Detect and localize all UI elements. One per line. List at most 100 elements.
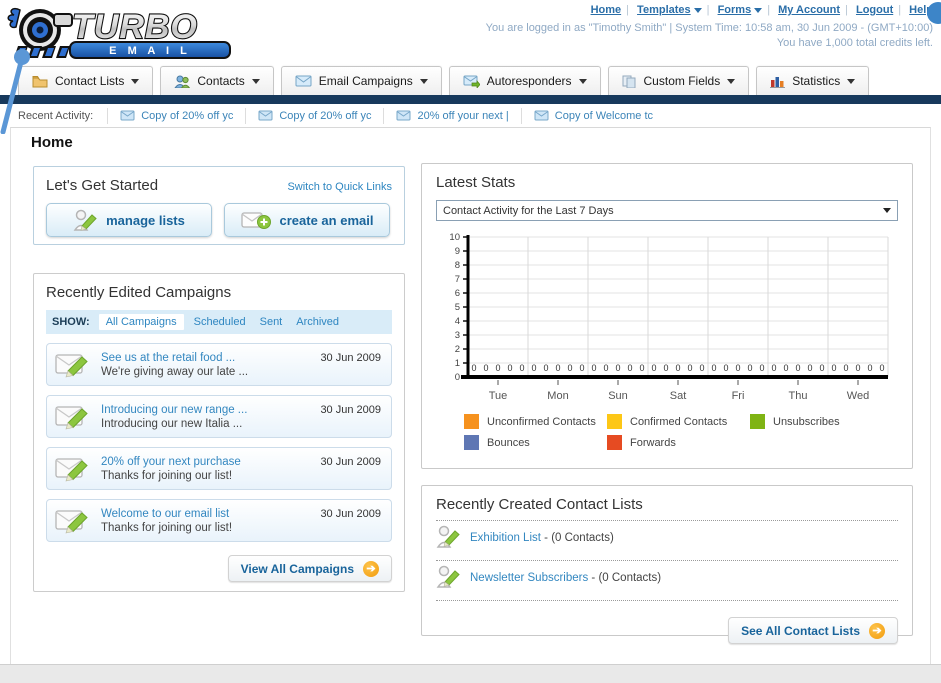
envelope-icon xyxy=(258,110,273,121)
tab-label: Custom Fields xyxy=(643,74,721,88)
content-area: Home Let's Get Started Switch to Quick L… xyxy=(10,127,931,664)
filter-all-campaigns[interactable]: All Campaigns xyxy=(98,314,184,330)
campaign-date: 30 Jun 2009 xyxy=(320,508,381,520)
tab-label: Email Campaigns xyxy=(318,74,413,88)
svg-text:TURBO: TURBO xyxy=(72,8,198,46)
contact-lists-title: Recently Created Contact Lists xyxy=(436,496,643,513)
nav-my-account-link[interactable]: My Account xyxy=(778,4,840,16)
legend-label: Unsubscribes xyxy=(773,415,840,428)
campaign-title-link[interactable]: See us at the retail food ... xyxy=(101,351,248,365)
campaign-row[interactable]: Introducing our new range ... Introducin… xyxy=(46,395,392,438)
contact-list-count: - (0 Contacts) xyxy=(540,532,614,544)
recent-activity-item[interactable]: Copy of 20% off yc xyxy=(245,107,383,124)
chevron-down-icon xyxy=(847,78,856,84)
campaign-date: 30 Jun 2009 xyxy=(320,352,381,364)
tab-email-campaigns[interactable]: Email Campaigns xyxy=(280,66,442,95)
envelope-icon xyxy=(120,110,135,121)
chevron-down-icon xyxy=(131,78,140,84)
person-pencil-icon xyxy=(436,525,460,548)
svg-text:3: 3 xyxy=(455,330,460,341)
filter-archived[interactable]: Archived xyxy=(296,316,339,328)
svg-text:0: 0 xyxy=(711,363,716,373)
svg-text:0: 0 xyxy=(543,363,548,373)
contact-lists-panel: Recently Created Contact Lists Exhibitio… xyxy=(421,485,913,644)
chevron-down-icon xyxy=(419,78,428,84)
envelope-icon xyxy=(534,110,549,121)
app-window: TURBO E M A I L Home | Templates | Forms | … xyxy=(0,0,941,683)
envelope-pencil-icon xyxy=(55,406,88,430)
folder-icon xyxy=(32,75,48,87)
svg-text:2: 2 xyxy=(455,344,460,355)
filter-scheduled[interactable]: Scheduled xyxy=(194,316,246,328)
login-status-text: You are logged in as "Timothy Smith" | S… xyxy=(485,22,933,34)
campaign-title-link[interactable]: 20% off your next purchase xyxy=(101,455,241,469)
campaign-date: 30 Jun 2009 xyxy=(320,404,381,416)
svg-text:E M A I L: E M A I L xyxy=(109,45,191,57)
stats-chart: 012345678910Tue0 0 0 0 0Mon0 0 0 0 0Sun0 0 0 0 0Sat0… xyxy=(449,232,889,402)
nav-home-link[interactable]: Home xyxy=(591,4,622,16)
svg-text:0: 0 xyxy=(843,363,848,373)
tab-custom-fields[interactable]: Custom Fields xyxy=(607,66,750,95)
svg-text:Mon: Mon xyxy=(547,390,568,402)
envelope-icon xyxy=(295,75,312,87)
tab-contact-lists[interactable]: Contact Lists xyxy=(18,66,154,95)
svg-text:Tue: Tue xyxy=(489,390,508,402)
show-label: SHOW: xyxy=(52,316,90,328)
svg-text:0: 0 xyxy=(855,363,860,373)
dotted-divider xyxy=(436,600,898,601)
campaign-row[interactable]: Welcome to our email list Thanks for joi… xyxy=(46,499,392,542)
tab-label: Contact Lists xyxy=(55,74,125,88)
tab-autoresponders[interactable]: Autoresponders xyxy=(448,66,601,95)
svg-text:0: 0 xyxy=(471,363,476,373)
stats-period-value: Contact Activity for the Last 7 Days xyxy=(443,204,614,217)
tab-statistics[interactable]: Statistics xyxy=(756,66,870,95)
campaign-row[interactable]: 20% off your next purchase Thanks for jo… xyxy=(46,447,392,490)
campaign-title-link[interactable]: Welcome to our email list xyxy=(101,507,232,521)
contact-list-link[interactable]: Newsletter Subscribers xyxy=(470,572,588,584)
arrow-right-icon: ➔ xyxy=(363,560,379,577)
envelope-icon xyxy=(396,110,411,121)
switch-quick-links-link[interactable]: Switch to Quick Links xyxy=(287,181,392,193)
svg-text:0: 0 xyxy=(507,363,512,373)
legend-swatch xyxy=(750,414,765,429)
chevron-down-icon xyxy=(727,78,736,84)
campaign-title-link[interactable]: Introducing our new range ... xyxy=(101,403,247,417)
svg-text:0: 0 xyxy=(651,363,656,373)
contact-list-link[interactable]: Exhibition List xyxy=(470,532,541,544)
svg-text:9: 9 xyxy=(455,246,460,257)
recent-activity-item[interactable]: 20% off your next | xyxy=(383,107,520,124)
header: TURBO E M A I L Home | Templates | Forms | … xyxy=(0,0,941,62)
recent-activity-link: Copy of Welcome tc xyxy=(554,109,654,122)
view-all-campaigns-button[interactable]: View All Campaigns ➔ xyxy=(227,555,392,582)
legend-label: Forwards xyxy=(630,436,676,449)
manage-lists-button[interactable]: manage lists xyxy=(46,203,212,237)
contact-list-item[interactable]: Newsletter Subscribers - (0 Contacts) xyxy=(436,561,898,593)
campaign-row[interactable]: See us at the retail food ... We're givi… xyxy=(46,343,392,386)
svg-text:6: 6 xyxy=(455,288,460,299)
svg-text:0: 0 xyxy=(747,363,752,373)
legend-item: Bounces xyxy=(464,435,607,450)
legend-item: Unsubscribes xyxy=(750,414,893,429)
svg-text:0: 0 xyxy=(675,363,680,373)
svg-text:5: 5 xyxy=(455,302,460,313)
legend-label: Confirmed Contacts xyxy=(630,415,728,428)
view-all-campaigns-label: View All Campaigns xyxy=(240,561,354,576)
chevron-down-icon xyxy=(578,78,587,84)
recent-activity-item[interactable]: Copy of 20% off yc xyxy=(107,107,245,124)
recent-activity-item[interactable]: Copy of Welcome tc xyxy=(520,107,665,124)
contact-list-item[interactable]: Exhibition List - (0 Contacts) xyxy=(436,521,898,553)
nav-forms-link[interactable]: Forms xyxy=(718,4,752,16)
stats-period-select[interactable]: Contact Activity for the Last 7 Days xyxy=(436,200,898,221)
get-started-title: Let's Get Started xyxy=(46,177,159,194)
svg-text:1: 1 xyxy=(455,358,460,369)
nav-logout-link[interactable]: Logout xyxy=(856,4,893,16)
create-email-button[interactable]: create an email xyxy=(224,203,390,237)
nav-templates-link[interactable]: Templates xyxy=(637,4,691,16)
tab-contacts[interactable]: Contacts xyxy=(160,66,274,95)
svg-text:0: 0 xyxy=(455,372,460,383)
see-all-contact-lists-button[interactable]: See All Contact Lists ➔ xyxy=(728,617,898,644)
filter-sent[interactable]: Sent xyxy=(260,316,283,328)
svg-text:0: 0 xyxy=(483,363,488,373)
legend-item: Confirmed Contacts xyxy=(607,414,750,429)
footer-strip xyxy=(0,664,941,683)
